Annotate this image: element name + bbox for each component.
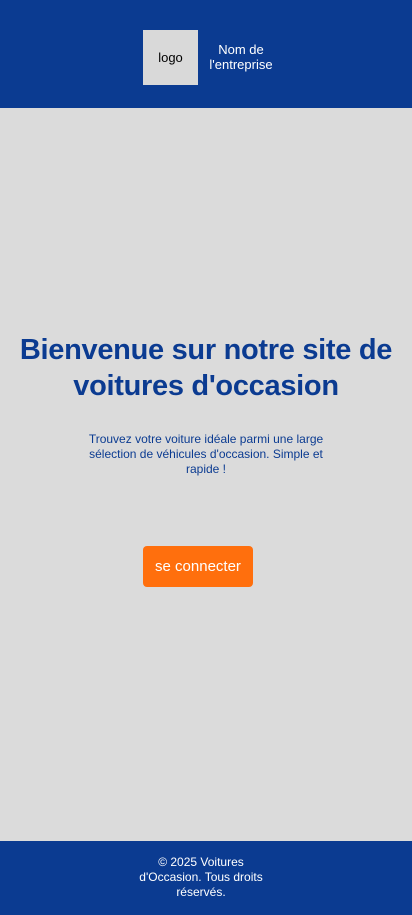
logo: logo	[143, 30, 198, 85]
site-footer: © 2025 Voitures d'Occasion. Tous droits …	[0, 841, 412, 915]
login-button[interactable]: se connecter	[143, 546, 253, 587]
company-name: Nom de l'entreprise	[209, 42, 273, 72]
site-header: logo Nom de l'entreprise	[0, 0, 412, 108]
main-content: Bienvenue sur notre site de voitures d'o…	[0, 108, 412, 841]
page-title: Bienvenue sur notre site de voitures d'o…	[19, 334, 393, 402]
copyright-text: © 2025 Voitures d'Occasion. Tous droits …	[139, 855, 263, 899]
page-subtitle: Trouvez votre voiture idéale parmi une l…	[88, 432, 324, 476]
